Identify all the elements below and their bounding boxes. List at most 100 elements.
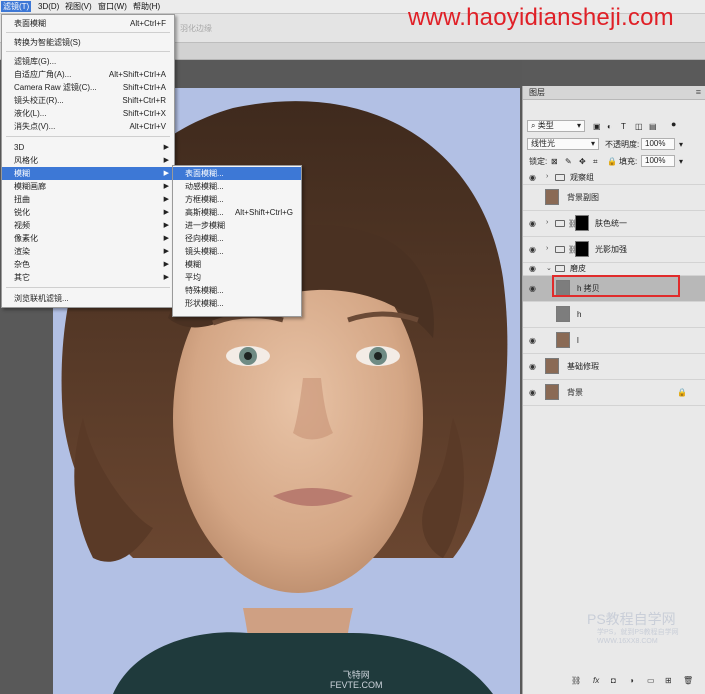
lock-label: 锁定: xyxy=(529,157,548,166)
submenu-item-lens-blur[interactable]: 镜头模糊... xyxy=(173,245,301,258)
menu-item-label: 特殊模糊... xyxy=(185,286,224,295)
menu-item-browse-online[interactable]: 浏览联机滤镜... xyxy=(2,292,174,305)
layer-row-light-shadow[interactable]: ◉ › ⛓ 光影加强 xyxy=(523,237,705,263)
panel-menu-icon[interactable]: ≡ xyxy=(696,86,701,98)
menu-item-liquify[interactable]: 液化(L)... Shift+Ctrl+X xyxy=(2,107,174,120)
eye-icon[interactable]: ◉ xyxy=(529,245,536,254)
add-mask-icon[interactable]: ◘ xyxy=(611,676,616,685)
menu-item-blur[interactable]: 模糊 ▶ xyxy=(2,167,174,180)
menu-item-3d[interactable]: 3D ▶ xyxy=(2,141,174,154)
filter-type-icon[interactable]: T xyxy=(621,121,626,132)
lock-move-icon[interactable]: ✥ xyxy=(579,156,586,167)
eye-icon[interactable]: ◉ xyxy=(529,336,536,345)
submenu-arrow-icon: ▶ xyxy=(163,209,169,216)
layer-thumbnail xyxy=(556,306,570,322)
submenu-item-shape-blur[interactable]: 形状模糊... xyxy=(173,297,301,310)
new-group-icon[interactable]: ▭ xyxy=(647,676,655,685)
layer-row-h[interactable]: h xyxy=(523,302,705,328)
delete-layer-icon[interactable]: 🗑 xyxy=(683,676,693,685)
menu-item-convert-smart-filter[interactable]: 转换为智能滤镜(S) xyxy=(2,36,174,49)
menu-window[interactable]: 窗口(W) xyxy=(98,1,127,12)
menu-item-vanishing-point[interactable]: 消失点(V)... Alt+Ctrl+V xyxy=(2,120,174,133)
menu-item-camera-raw[interactable]: Camera Raw 滤镜(C)... Shift+Ctrl+A xyxy=(2,81,174,94)
lock-brush-icon[interactable]: ✎ xyxy=(565,156,572,167)
layer-row-skin-unify[interactable]: ◉ › ⛓ 肤色统一 xyxy=(523,211,705,237)
fill-input[interactable]: 100% xyxy=(641,155,675,167)
eye-icon[interactable]: ◉ xyxy=(529,173,536,182)
chevron-right-icon[interactable]: › xyxy=(546,219,548,226)
menu-item-label: 滤镜库(G)... xyxy=(14,57,57,66)
layer-thumbnail xyxy=(545,384,559,400)
menu-item-sharpen[interactable]: 锐化 ▶ xyxy=(2,206,174,219)
filter-toggle-icon[interactable]: ● xyxy=(671,119,676,130)
submenu-item-blur[interactable]: 模糊 xyxy=(173,258,301,271)
lock-artboard-icon[interactable]: ⌗ xyxy=(593,156,598,167)
filter-adjustment-icon[interactable]: ◐ xyxy=(607,121,612,132)
submenu-item-surface-blur[interactable]: 表面模糊... xyxy=(173,167,301,180)
menu-item-surface-blur-repeat[interactable]: 表面模糊 Alt+Ctrl+F xyxy=(2,17,174,30)
search-icon: ⌕ xyxy=(531,121,538,130)
chevron-down-icon[interactable]: ⌄ xyxy=(546,264,552,272)
menu-item-label: 浏览联机滤镜... xyxy=(14,294,69,303)
submenu-item-motion-blur[interactable]: 动感模糊... xyxy=(173,180,301,193)
eye-icon[interactable]: ◉ xyxy=(529,362,536,371)
menu-item-other[interactable]: 其它 ▶ xyxy=(2,271,174,284)
submenu-item-gaussian-blur[interactable]: 高斯模糊... Alt+Shift+Ctrl+G xyxy=(173,206,301,219)
submenu-item-smart-blur[interactable]: 特殊模糊... xyxy=(173,284,301,297)
filter-pixel-icon[interactable]: ▣ xyxy=(593,121,601,132)
layer-name: 背景副图 xyxy=(567,193,599,202)
fx-button[interactable]: fx xyxy=(593,676,599,685)
layer-filter-kind-select[interactable]: ⌕ 类型 ▾ xyxy=(527,120,585,132)
menu-item-label: 镜头校正(R)... xyxy=(14,96,64,105)
adjustment-layer-icon[interactable]: ◑ xyxy=(629,676,634,685)
eye-icon[interactable]: ◉ xyxy=(529,388,536,397)
menu-item-video[interactable]: 视频 ▶ xyxy=(2,219,174,232)
new-layer-icon[interactable]: ⊞ xyxy=(665,676,672,685)
eye-icon[interactable]: ◉ xyxy=(529,219,536,228)
submenu-item-average[interactable]: 平均 xyxy=(173,271,301,284)
lock-all-icon[interactable]: 🔒 xyxy=(607,156,617,167)
menu-item-adaptive-wide-angle[interactable]: 自适应广角(A)... Alt+Shift+Ctrl+A xyxy=(2,68,174,81)
layer-name: 观察组 xyxy=(570,173,594,182)
layer-thumbnail xyxy=(545,189,559,205)
layer-filter-kind-value: 类型 xyxy=(537,121,554,130)
eye-icon[interactable]: ◉ xyxy=(529,264,536,273)
menu-item-distort[interactable]: 扭曲 ▶ xyxy=(2,193,174,206)
layer-row-l[interactable]: ◉ l xyxy=(523,328,705,354)
submenu-item-radial-blur[interactable]: 径向模糊... xyxy=(173,232,301,245)
layer-row-background[interactable]: ◉ 背景 🔒 xyxy=(523,380,705,406)
chevron-right-icon[interactable]: › xyxy=(546,173,548,180)
menu-item-filter-gallery[interactable]: 滤镜库(G)... xyxy=(2,55,174,68)
menu-filter[interactable]: 滤镜(T) xyxy=(1,1,32,12)
link-layers-icon[interactable]: ⛓ xyxy=(571,676,581,685)
menu-item-stylize[interactable]: 风格化 ▶ xyxy=(2,154,174,167)
layer-row-basic-retouch[interactable]: ◉ 基础修瑕 xyxy=(523,354,705,380)
menu-view[interactable]: 视图(V) xyxy=(65,1,92,12)
lock-transparent-icon[interactable]: ⊠ xyxy=(551,156,558,167)
filter-shape-icon[interactable]: ◫ xyxy=(635,121,643,132)
menu-item-pixelate[interactable]: 像素化 ▶ xyxy=(2,232,174,245)
chevron-down-icon[interactable]: ▾ xyxy=(679,139,683,150)
opacity-input[interactable]: 100% xyxy=(641,138,675,150)
menu-help[interactable]: 帮助(H) xyxy=(133,1,160,12)
blend-mode-select[interactable]: 线性光 ▾ xyxy=(527,138,599,150)
filter-smart-object-icon[interactable]: ▤ xyxy=(649,121,657,132)
menu-divider xyxy=(6,287,170,288)
menu-3d[interactable]: 3D(D) xyxy=(38,1,59,12)
menu-item-lens-correction[interactable]: 镜头校正(R)... Shift+Ctrl+R xyxy=(2,94,174,107)
eye-icon[interactable]: ◉ xyxy=(529,284,536,293)
folder-icon xyxy=(555,174,565,181)
menu-item-label: 进一步模糊 xyxy=(185,221,225,230)
layer-row-background-copy[interactable]: 背景副图 xyxy=(523,185,705,211)
menu-item-render[interactable]: 渲染 ▶ xyxy=(2,245,174,258)
chevron-right-icon[interactable]: › xyxy=(546,245,548,252)
menu-item-blur-gallery[interactable]: 模糊画廊 ▶ xyxy=(2,180,174,193)
chevron-down-icon[interactable]: ▾ xyxy=(679,156,683,167)
layer-name: 肤色统一 xyxy=(595,219,627,228)
layers-panel-header: 图层 ≡ xyxy=(523,86,705,100)
layer-row-group-observe[interactable]: ◉ › 观察组 xyxy=(523,172,705,185)
submenu-item-box-blur[interactable]: 方框模糊... xyxy=(173,193,301,206)
layers-panel-footer: ⛓ fx ◘ ◑ ▭ ⊞ 🗑 xyxy=(523,676,705,688)
menu-item-noise[interactable]: 杂色 ▶ xyxy=(2,258,174,271)
submenu-item-blur-more[interactable]: 进一步模糊 xyxy=(173,219,301,232)
